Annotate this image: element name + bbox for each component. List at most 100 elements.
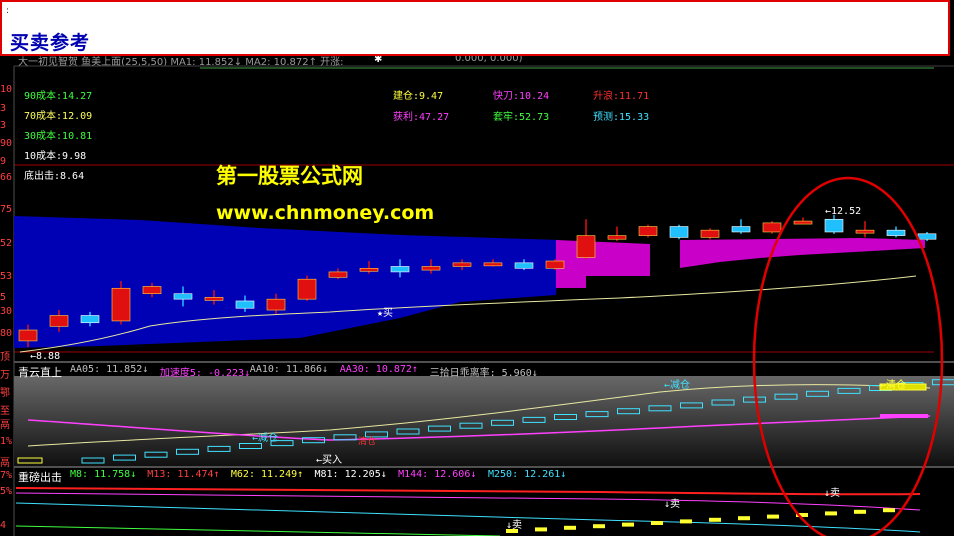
ind1-magenta-bar	[880, 414, 928, 418]
axis-label: 30	[0, 306, 13, 317]
axis-label: 5	[0, 292, 7, 303]
ind2-bar	[651, 521, 663, 525]
ind2-bar	[593, 524, 605, 529]
indicator-field: AA30: 10.872↑	[339, 364, 418, 375]
candle-body	[328, 271, 348, 278]
candle-body	[855, 229, 875, 234]
highlight-ellipse	[752, 176, 944, 536]
buy-signal-label: ★买	[377, 308, 394, 319]
candle-body	[421, 266, 441, 271]
ind2-bar	[738, 516, 750, 521]
indicator-field: M250: 12.261↓	[488, 469, 567, 480]
cost-legend-item: 90成本:14.27	[24, 91, 93, 102]
candle-body	[18, 329, 38, 342]
candle-body	[173, 293, 193, 300]
indicator-field: M8: 11.758↓	[70, 469, 137, 480]
stat-item: 升浪:11.71	[593, 91, 650, 102]
axis-label: 3	[0, 120, 7, 131]
candle-body	[731, 226, 751, 233]
indicator-field: AA05: 11.852↓	[70, 364, 149, 375]
candle-body	[638, 226, 658, 236]
axis-label: 66	[0, 172, 13, 183]
candle-body	[452, 262, 472, 267]
stock-chart[interactable]	[0, 0, 954, 536]
axis-label: 5%	[0, 486, 13, 497]
candle-body	[669, 226, 689, 238]
axis-label: 80	[0, 328, 13, 339]
candle-body	[576, 235, 596, 258]
axis-label: 4	[0, 520, 7, 531]
candle-body	[514, 262, 534, 269]
chip-band-magenta	[556, 240, 650, 288]
ind1-reduce-signal-1: ←减仓	[664, 380, 691, 391]
axis-label: 52	[0, 238, 13, 249]
axis-label: 鬲	[0, 420, 10, 431]
candle-body	[886, 229, 906, 236]
indicator-field: M81: 12.205↓	[314, 469, 387, 480]
left-price-axis: 10 3 3 90 9 66 75 52 53 5 30 80 顶万鄂至鬲 1% 鬲 7% 5% 4	[0, 66, 14, 536]
ind2-line-m250	[15, 502, 921, 533]
axis-label: 7%	[0, 470, 13, 481]
candle-body	[824, 218, 844, 233]
candle-body	[793, 220, 813, 225]
indicator-field: M144: 12.606↓	[398, 469, 477, 480]
axis-label: 1%	[0, 436, 13, 447]
ind2-sell-signal-3: ↓卖	[506, 520, 523, 531]
axis-label: 鄂	[0, 388, 10, 399]
indicator-field: AA10: 11.866↓	[249, 364, 329, 375]
indicator2-title: 重磅出击	[18, 471, 62, 484]
cost-legend-item: 底出击:8.64	[24, 171, 85, 182]
axis-label: 90	[0, 138, 13, 149]
axis-label: 53	[0, 271, 13, 282]
candle-body	[700, 229, 720, 238]
chip-band-blue	[14, 216, 560, 348]
ind2-bar	[535, 527, 547, 532]
low-price-label: ←8.88	[30, 351, 61, 362]
axis-label: 鬲	[0, 458, 10, 469]
stat-item: 获利:47.27	[393, 112, 450, 123]
axis-label: 10	[0, 84, 13, 95]
ind1-buy-signal: ←买入	[316, 455, 343, 466]
axis-label: 75	[0, 204, 13, 215]
indicator-field: M13: 11.474↑	[147, 469, 220, 480]
ind2-bar	[825, 511, 837, 516]
candle-body	[204, 297, 224, 301]
cost-legend-item: 70成本:12.09	[24, 111, 93, 122]
indicator1-title: 青云直上	[18, 366, 62, 379]
axis-label: 9	[0, 156, 7, 167]
stat-item: 预测:15.33	[593, 112, 650, 123]
candle-body	[390, 266, 410, 273]
ind1-clear-tag: 清仓	[358, 437, 377, 447]
ind2-line-m8	[15, 525, 501, 536]
ind2-sell-signal-2: ↓卖	[664, 499, 681, 510]
candle-body	[266, 298, 286, 311]
ind1-reduce-signal-2: ←减仓	[252, 433, 279, 444]
indicator-field: 加速度5: -0.223↓	[159, 368, 251, 379]
candle-body	[297, 278, 317, 300]
axis-label: 万	[0, 370, 10, 381]
axis-label: 顶	[0, 352, 10, 363]
ind1-clear-signal: ←清仓	[880, 380, 907, 391]
ind2-bar	[680, 519, 692, 524]
stat-item: 快刀:10.24	[493, 91, 550, 102]
candle-body	[359, 267, 379, 272]
stat-item: 套牢:52.73	[493, 112, 550, 123]
axis-label: 至	[0, 406, 10, 417]
candle-body	[762, 222, 782, 233]
axis-label: 3	[0, 103, 7, 114]
candle-body	[545, 260, 565, 269]
cost-legend-item: 10成本:9.98	[24, 151, 87, 162]
ind2-bar	[564, 525, 576, 530]
candle-body	[607, 235, 627, 240]
chip-band-magenta-right	[680, 238, 925, 268]
indicator-field: 三拾日乖离率: 5.960↓	[429, 368, 538, 379]
ind2-bar	[709, 517, 721, 522]
candle-body	[235, 300, 255, 309]
stat-item: 建仓:9.47	[393, 91, 444, 102]
indicator-field: M62: 11.249↑	[230, 469, 304, 480]
watermark-title: 第一股票公式网	[216, 164, 363, 188]
candle-body	[80, 315, 100, 324]
candle-body	[483, 262, 503, 267]
candle-body	[111, 287, 131, 322]
ind2-bar	[622, 522, 634, 527]
